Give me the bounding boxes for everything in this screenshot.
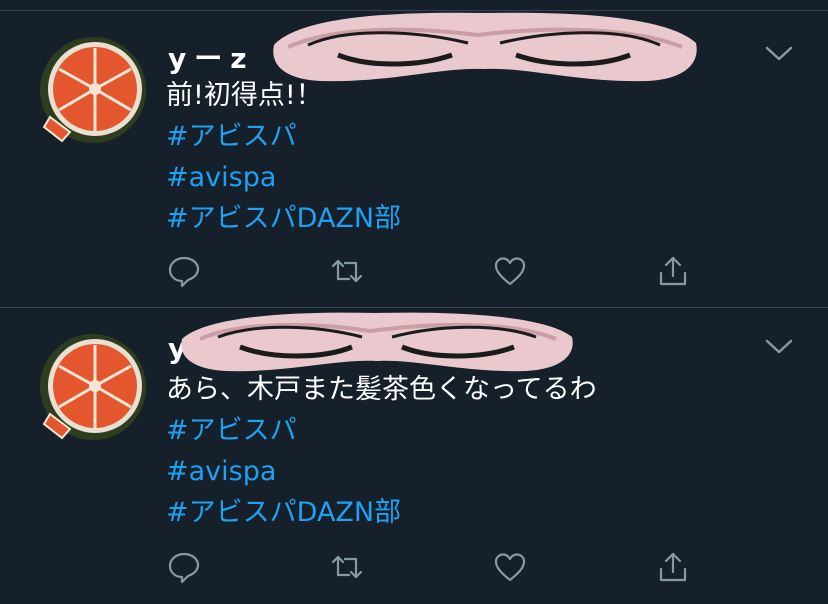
share-icon[interactable] (655, 549, 691, 585)
like-icon[interactable] (492, 549, 528, 585)
chevron-down-icon[interactable] (764, 336, 794, 356)
avatar[interactable] (40, 37, 146, 143)
reply-icon[interactable] (166, 253, 202, 289)
hashtag-link[interactable]: #アビスパ (166, 410, 401, 451)
avatar[interactable] (40, 334, 146, 440)
share-icon[interactable] (655, 253, 691, 289)
tweet-actions (0, 549, 828, 589)
hashtag-link[interactable]: #avispa (166, 451, 401, 492)
tweet-text: 前!初得点!！ (166, 80, 323, 111)
hashtag-list: #アビスパ #avispa #アビスパDAZN部 (166, 116, 401, 239)
hashtag-link[interactable]: #アビスパDAZN部 (166, 198, 401, 239)
retweet-icon[interactable] (329, 253, 365, 289)
author-name[interactable]: yーz (168, 37, 255, 77)
hashtag-link[interactable]: #アビスパDAZN部 (166, 492, 401, 533)
tweet[interactable]: yーz 前!初得点!！ #アビスパ #avispa #アビスパDAZN部 (0, 11, 828, 307)
hashtag-list: #アビスパ #avispa #アビスパDAZN部 (166, 410, 401, 533)
tweet-text: あら、木戸また髪茶色くなってるわ (166, 374, 597, 405)
hashtag-link[interactable]: #avispa (166, 157, 401, 198)
retweet-icon[interactable] (329, 549, 365, 585)
author-redaction-mask (268, 9, 700, 91)
chevron-down-icon[interactable] (764, 43, 794, 63)
tweet[interactable]: y あら、木戸また髪茶色くなってるわ #アビスパ #avispa #アビスパDA… (0, 308, 828, 604)
hashtag-link[interactable]: #アビスパ (166, 116, 401, 157)
reply-icon[interactable] (166, 549, 202, 585)
like-icon[interactable] (492, 253, 528, 289)
tweet-actions (0, 253, 828, 293)
